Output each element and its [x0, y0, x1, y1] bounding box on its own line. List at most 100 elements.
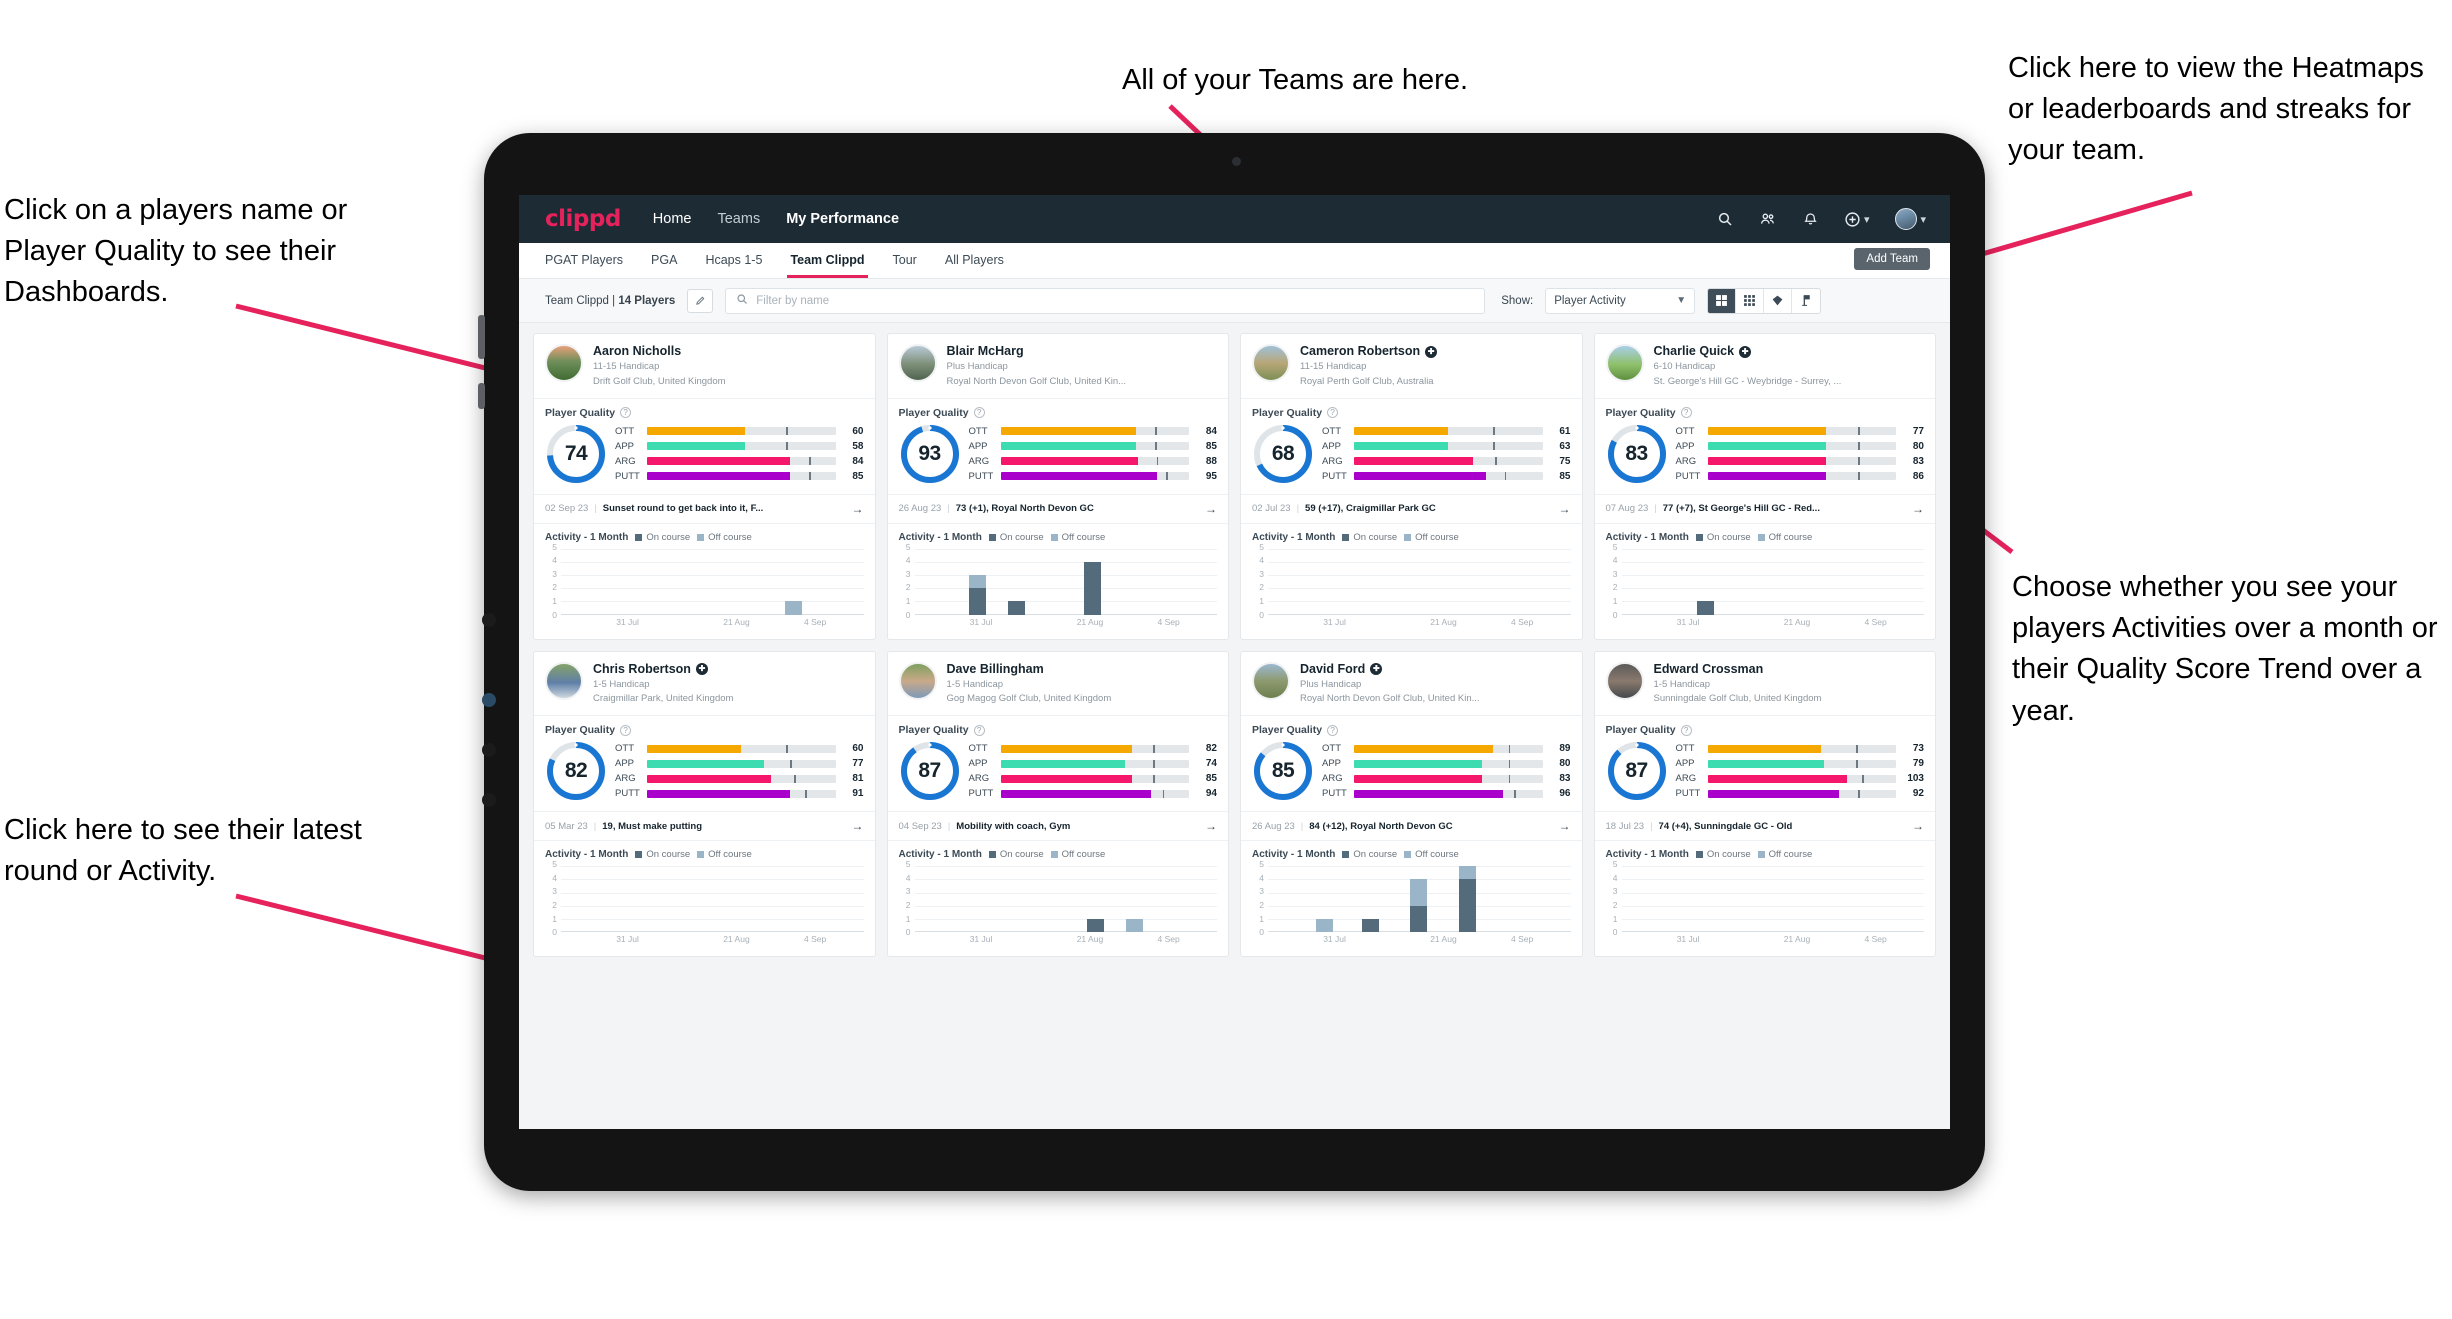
quality-score-ring[interactable]: 74: [545, 423, 607, 485]
player-card[interactable]: Aaron Nicholls 11-15 Handicap Drift Golf C…: [533, 333, 876, 640]
nav-link-home[interactable]: Home: [653, 211, 692, 227]
player-card[interactable]: Chris Robertson ✚ 1-5 Handicap Craigmillar …: [533, 650, 876, 958]
player-name[interactable]: Chris Robertson ✚: [593, 662, 733, 677]
player-quality-header[interactable]: Player Quality?: [534, 399, 875, 421]
player-card[interactable]: Charlie Quick ✚ 6-10 Handicap St. George's …: [1593, 333, 1936, 640]
player-quality-header[interactable]: Player Quality?: [888, 716, 1229, 738]
avatar[interactable]: [898, 344, 937, 382]
avatar[interactable]: ▾: [1895, 208, 1926, 230]
avatar[interactable]: [1605, 344, 1644, 382]
search-input[interactable]: Filter by name: [725, 287, 1486, 314]
tab-pgat-players[interactable]: PGAT Players: [545, 253, 623, 269]
help-icon[interactable]: ?: [1327, 724, 1339, 736]
latest-round-row[interactable]: 26 Aug 23 | 73 (+1), Royal North Devon GC →: [887, 493, 1228, 524]
tablet-frame: clippd Home Teams My Performance ▾ ▾ PGA…: [478, 133, 1985, 1191]
quality-score-ring[interactable]: 87: [1606, 740, 1668, 802]
quality-score-ring[interactable]: 87: [899, 740, 961, 802]
player-name[interactable]: Dave Billingham: [947, 662, 1112, 677]
arrow-right-icon[interactable]: →: [1912, 819, 1924, 833]
quality-score-ring[interactable]: 83: [1606, 423, 1668, 485]
chart-y-axis: 5 4 3 2 1 0: [1252, 542, 1266, 620]
player-card[interactable]: Edward Crossman 1-5 Handicap Sunningdale G…: [1593, 650, 1936, 958]
nav-link-my-performance[interactable]: My Performance: [786, 211, 899, 227]
arrow-right-icon[interactable]: →: [1559, 502, 1571, 516]
nav-link-teams[interactable]: Teams: [717, 211, 760, 227]
avatar[interactable]: [1605, 661, 1644, 700]
player-quality-header[interactable]: Player Quality?: [1241, 399, 1582, 421]
arrow-right-icon[interactable]: →: [1205, 819, 1217, 833]
arrow-right-icon[interactable]: →: [1559, 819, 1571, 833]
plus-circle-icon[interactable]: ▾: [1844, 211, 1869, 228]
help-icon[interactable]: ?: [620, 407, 632, 419]
arrow-right-icon[interactable]: →: [1912, 502, 1924, 516]
avatar[interactable]: [1252, 661, 1290, 700]
quality-score-ring[interactable]: 68: [1252, 423, 1314, 485]
edit-team-button[interactable]: [687, 288, 714, 313]
chart-x-axis: 31 Jul 21 Aug 4 Sep: [561, 934, 864, 948]
avatar[interactable]: [898, 661, 937, 700]
latest-round-row[interactable]: 02 Jul 23 | 59 (+17), Craigmillar Park GC →: [1241, 493, 1582, 524]
player-quality-header[interactable]: Player Quality?: [1595, 399, 1936, 421]
avatar[interactable]: [1252, 344, 1290, 382]
player-name[interactable]: Blair McHarg: [947, 344, 1127, 359]
latest-round-row[interactable]: 26 Aug 23 | 84 (+12), Royal North Devon GC…: [1241, 811, 1582, 842]
heatmap-view-icon[interactable]: [1764, 288, 1793, 313]
avatar[interactable]: [545, 344, 583, 382]
player-card[interactable]: David Ford ✚ Plus Handicap Royal North Devo…: [1240, 650, 1583, 958]
tab-hcaps-1-5[interactable]: Hcaps 1-5: [705, 253, 762, 269]
player-card[interactable]: Cameron Robertson ✚ 11-15 Handicap Royal Pe…: [1240, 333, 1583, 640]
show-select[interactable]: Player Activity ▼: [1545, 287, 1696, 314]
y-tick: 3: [1259, 886, 1264, 897]
player-card[interactable]: Dave Billingham 1-5 Handicap Gog Magog Gol…: [886, 650, 1229, 958]
tab-tour[interactable]: Tour: [893, 253, 917, 269]
quality-score-ring[interactable]: 93: [899, 423, 961, 485]
player-quality-header[interactable]: Player Quality?: [888, 399, 1229, 421]
add-team-button[interactable]: Add Team: [1854, 248, 1930, 270]
help-icon[interactable]: ?: [620, 724, 632, 736]
bell-icon[interactable]: [1803, 211, 1818, 227]
help-icon[interactable]: ?: [1327, 407, 1339, 419]
player-quality-header[interactable]: Player Quality?: [534, 716, 875, 738]
player-name[interactable]: Cameron Robertson ✚: [1300, 344, 1438, 359]
metric-benchmark-tick: [790, 759, 792, 768]
quality-score-ring[interactable]: 82: [545, 740, 607, 802]
people-icon[interactable]: [1759, 211, 1777, 227]
metric-label: ARG: [1322, 455, 1343, 467]
avatar[interactable]: [545, 661, 583, 700]
metric-row-putt: PUTT 85: [615, 471, 864, 482]
search-icon[interactable]: [1717, 211, 1733, 227]
grid-view-icon[interactable]: [1708, 288, 1737, 313]
help-icon[interactable]: ?: [1680, 724, 1692, 736]
player-quality-header[interactable]: Player Quality?: [1595, 716, 1936, 738]
help-icon[interactable]: ?: [1680, 407, 1692, 419]
legend-off-label: Off course: [1768, 849, 1813, 861]
help-icon[interactable]: ?: [973, 724, 985, 736]
player-name[interactable]: Charlie Quick ✚: [1654, 344, 1842, 359]
arrow-right-icon[interactable]: →: [852, 502, 864, 516]
metric-label: APP: [1675, 440, 1695, 452]
tab-pga[interactable]: PGA: [651, 253, 677, 269]
legend-off-label: Off course: [708, 531, 752, 543]
player-name[interactable]: Edward Crossman: [1654, 662, 1822, 677]
latest-round-row[interactable]: 18 Jul 23 | 74 (+4), Sunningdale GC - Old →: [1594, 811, 1935, 842]
player-name[interactable]: David Ford ✚: [1300, 662, 1480, 677]
arrow-right-icon[interactable]: →: [852, 819, 864, 833]
latest-round-row[interactable]: 02 Sep 23 | Sunset round to get back into …: [534, 493, 875, 524]
latest-round-row[interactable]: 04 Sep 23 | Mobility with coach, Gym →: [887, 811, 1228, 842]
tab-team-clippd[interactable]: Team Clippd: [787, 253, 868, 278]
tab-all-players[interactable]: All Players: [945, 253, 1004, 269]
player-card[interactable]: Blair McHarg Plus Handicap Royal North Dev…: [886, 333, 1229, 640]
quality-score-value: 87: [1625, 759, 1648, 783]
clippd-logo[interactable]: clippd: [545, 206, 621, 232]
leaderboard-view-icon[interactable]: [1792, 288, 1821, 313]
help-icon[interactable]: ?: [973, 407, 985, 419]
dense-grid-view-icon[interactable]: [1736, 288, 1765, 313]
latest-round-row[interactable]: 05 Mar 23 | 19, Must make putting →: [534, 811, 875, 842]
quality-score-ring[interactable]: 85: [1252, 740, 1314, 802]
arrow-right-icon[interactable]: →: [1205, 502, 1217, 516]
players-content: Aaron Nicholls 11-15 Handicap Drift Golf C…: [519, 323, 1950, 1129]
latest-round-row[interactable]: 07 Aug 23 | 77 (+7), St George's Hill GC -…: [1594, 493, 1935, 524]
player-quality-header[interactable]: Player Quality?: [1241, 716, 1582, 738]
metric-value: 96: [1559, 788, 1571, 800]
player-name[interactable]: Aaron Nicholls: [593, 344, 726, 359]
